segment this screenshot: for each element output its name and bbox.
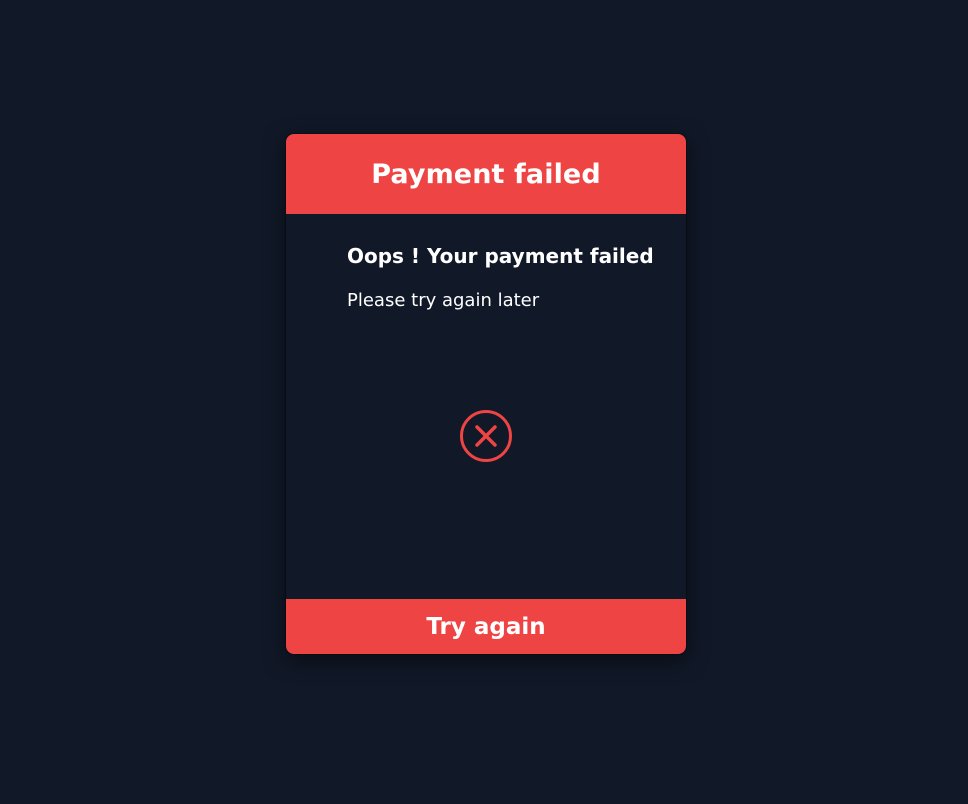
try-again-button[interactable]: Try again: [286, 599, 686, 654]
error-message-title: Oops ! Your payment failed: [347, 244, 654, 268]
modal-header: Payment failed: [286, 134, 686, 214]
payment-failed-modal: Payment failed Oops ! Your payment faile…: [286, 134, 686, 654]
circle-x-icon: [459, 409, 513, 463]
modal-title: Payment failed: [371, 158, 601, 190]
try-again-label: Try again: [426, 613, 546, 640]
error-message-subtitle: Please try again later: [347, 290, 540, 311]
modal-body: [286, 214, 686, 599]
